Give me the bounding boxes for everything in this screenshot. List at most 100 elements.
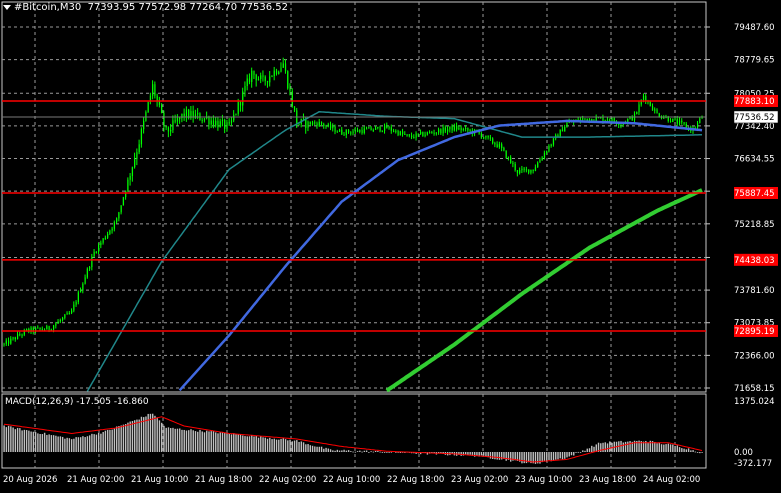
candle-body[interactable] (284, 63, 287, 72)
candle-body[interactable] (239, 101, 242, 106)
candle-body[interactable] (118, 212, 120, 219)
candle-body[interactable] (404, 133, 406, 135)
candle-body[interactable] (386, 125, 388, 129)
candle-body[interactable] (17, 334, 19, 340)
candle-body[interactable] (546, 151, 548, 153)
candle-body[interactable] (98, 245, 100, 252)
candle-body[interactable] (438, 129, 440, 133)
candle-body[interactable] (165, 125, 167, 128)
candle-body[interactable] (206, 117, 208, 119)
candle-body[interactable] (357, 129, 359, 132)
candle-body[interactable] (316, 123, 318, 126)
candle-body[interactable] (197, 113, 199, 115)
candle-body[interactable] (253, 70, 255, 75)
candle-body[interactable] (156, 95, 158, 101)
candle-body[interactable] (248, 78, 251, 82)
candle-body[interactable] (381, 130, 383, 132)
candle-body[interactable] (609, 119, 611, 122)
candle-body[interactable] (467, 127, 469, 131)
candle-body[interactable] (642, 95, 645, 100)
candle-body[interactable] (8, 340, 10, 344)
candle-body[interactable] (552, 138, 555, 145)
candle-body[interactable] (399, 131, 401, 136)
candle-body[interactable] (541, 157, 543, 161)
candle-body[interactable] (505, 150, 507, 159)
candle-body[interactable] (203, 118, 206, 121)
candle-body[interactable] (174, 120, 176, 122)
candle-body[interactable] (406, 134, 408, 136)
candle-body[interactable] (260, 75, 262, 80)
candle-body[interactable] (669, 120, 672, 122)
candle-body[interactable] (696, 122, 699, 128)
candle-body[interactable] (465, 127, 467, 130)
candle-body[interactable] (325, 126, 327, 128)
candle-body[interactable] (649, 101, 651, 106)
candle-body[interactable] (46, 326, 48, 330)
candle-body[interactable] (120, 205, 122, 213)
candle-body[interactable] (494, 143, 496, 145)
candle-body[interactable] (395, 130, 397, 132)
candle-body[interactable] (352, 131, 354, 134)
candle-body[interactable] (701, 117, 703, 119)
candle-body[interactable] (507, 157, 510, 159)
candle-body[interactable] (55, 323, 57, 326)
candle-body[interactable] (543, 152, 546, 158)
candle-body[interactable] (411, 135, 413, 138)
candle-body[interactable] (82, 283, 84, 291)
candle-body[interactable] (489, 137, 492, 139)
candle-body[interactable] (379, 126, 381, 132)
candle-body[interactable] (498, 144, 501, 148)
candle-body[interactable] (311, 122, 314, 125)
candle-body[interactable] (212, 120, 215, 126)
candle-body[interactable] (453, 125, 456, 131)
candle-body[interactable] (638, 104, 640, 113)
candle-body[interactable] (363, 128, 365, 133)
candle-body[interactable] (422, 132, 424, 137)
candle-body[interactable] (537, 162, 539, 168)
candle-body[interactable] (534, 167, 537, 171)
candle-body[interactable] (152, 84, 154, 96)
candle-body[interactable] (320, 121, 323, 125)
candle-body[interactable] (318, 121, 320, 126)
candle-body[interactable] (21, 334, 23, 336)
candle-body[interactable] (73, 304, 75, 311)
candle-body[interactable] (329, 124, 332, 129)
candle-body[interactable] (266, 80, 269, 83)
candle-body[interactable] (100, 242, 102, 246)
candle-body[interactable] (138, 144, 140, 153)
candle-body[interactable] (161, 104, 163, 114)
candle-body[interactable] (219, 121, 221, 128)
candle-body[interactable] (127, 179, 129, 191)
candle-body[interactable] (672, 118, 674, 122)
candle-body[interactable] (271, 76, 273, 78)
candle-body[interactable] (359, 130, 361, 132)
candle-body[interactable] (278, 71, 280, 74)
candle-body[interactable] (496, 144, 498, 148)
candle-body[interactable] (282, 63, 284, 68)
candle-body[interactable] (372, 129, 374, 131)
candle-body[interactable] (485, 135, 487, 138)
caret-down-icon[interactable] (3, 4, 11, 10)
candle-body[interactable] (674, 118, 676, 120)
candle-body[interactable] (154, 84, 156, 96)
candle-body[interactable] (183, 113, 185, 117)
candle-body[interactable] (107, 233, 109, 238)
candle-body[interactable] (134, 158, 136, 168)
candle-body[interactable] (413, 137, 415, 139)
candle-body[interactable] (341, 129, 343, 135)
candle-body[interactable] (651, 105, 654, 111)
candle-body[interactable] (221, 119, 224, 122)
candle-body[interactable] (678, 120, 681, 124)
candle-body[interactable] (408, 134, 410, 136)
candle-body[interactable] (514, 164, 516, 171)
candle-body[interactable] (611, 118, 613, 122)
candle-body[interactable] (332, 126, 334, 129)
candle-body[interactable] (606, 119, 609, 121)
candle-body[interactable] (431, 132, 433, 134)
candle-body[interactable] (48, 326, 50, 330)
candle-body[interactable] (91, 256, 93, 268)
candle-body[interactable] (201, 120, 203, 122)
candle-body[interactable] (86, 268, 89, 278)
candle-body[interactable] (458, 127, 460, 130)
candle-body[interactable] (131, 167, 134, 177)
